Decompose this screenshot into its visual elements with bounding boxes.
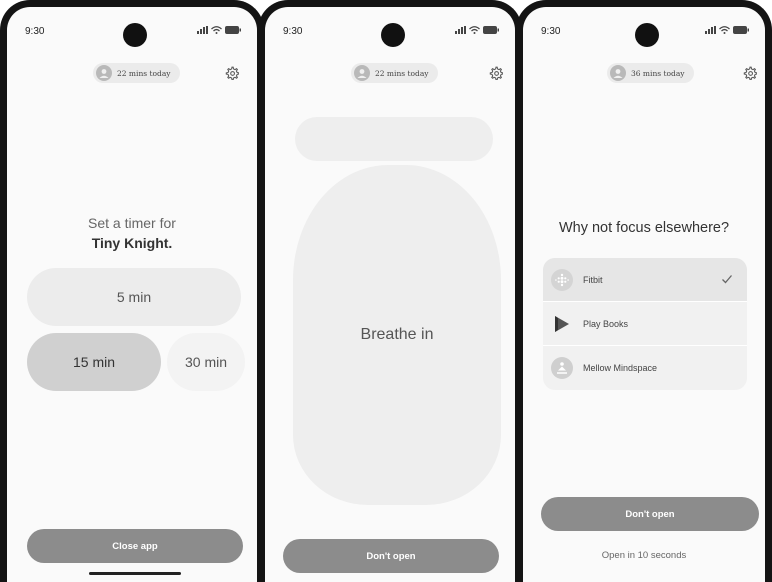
checkmark-icon xyxy=(722,275,732,284)
front-camera xyxy=(381,23,405,47)
phone-screen-timer: 9:30 22 mins today Set a timer for Tiny … xyxy=(0,0,264,582)
app-avatar-icon xyxy=(354,65,370,81)
app-row-mellow-mindspace[interactable]: Mellow Mindspace xyxy=(543,346,747,390)
app-label: Play Books xyxy=(583,318,629,329)
status-time: 9:30 xyxy=(541,26,561,37)
fitbit-icon xyxy=(551,268,573,291)
gear-icon[interactable] xyxy=(225,66,239,80)
status-bar: 9:30 xyxy=(7,7,257,47)
usage-text: 22 mins today xyxy=(375,68,429,78)
alternative-app-list: Fitbit Play Books Mellow Mindspace xyxy=(543,258,747,390)
status-bar: 9:30 xyxy=(265,7,515,47)
status-icons xyxy=(705,26,749,34)
app-row-fitbit[interactable]: Fitbit xyxy=(543,258,747,302)
front-camera xyxy=(123,23,147,47)
focus-title: Why not focus elsewhere? xyxy=(558,220,730,236)
dont-open-button[interactable]: Don't open xyxy=(541,497,759,531)
app-label: Mellow Mindspace xyxy=(583,363,658,373)
breathe-text: Breathe in xyxy=(360,326,434,343)
dont-open-button[interactable]: Don't open xyxy=(283,539,499,573)
usage-pill[interactable]: 36 mins today xyxy=(607,63,694,83)
status-bar: 9:30 xyxy=(523,7,765,47)
gear-icon[interactable] xyxy=(489,66,503,80)
signal-icon xyxy=(705,26,716,34)
open-countdown-link[interactable]: Open in 10 seconds xyxy=(523,550,765,561)
battery-icon xyxy=(483,26,499,34)
signal-icon xyxy=(197,26,208,34)
app-label: Fitbit xyxy=(583,274,603,285)
wifi-icon xyxy=(719,26,730,34)
wifi-icon xyxy=(469,26,480,34)
timer-option-5-min[interactable]: 5 min xyxy=(27,268,241,326)
usage-text: 22 mins today xyxy=(117,68,171,78)
status-icons xyxy=(455,26,499,34)
signal-icon xyxy=(455,26,466,34)
usage-pill[interactable]: 22 mins today xyxy=(93,63,180,83)
breathing-shape: Breathe in xyxy=(293,165,501,505)
app-avatar-icon xyxy=(96,65,112,81)
timer-option-15-min[interactable]: 15 min xyxy=(27,333,161,391)
timer-prompt: Set a timer for xyxy=(88,215,176,231)
usage-pill[interactable]: 22 mins today xyxy=(351,63,438,83)
gear-icon[interactable] xyxy=(743,66,757,80)
wifi-icon xyxy=(211,26,222,34)
timer-option-30-min[interactable]: 30 min xyxy=(167,333,245,391)
mellow-mindspace-icon xyxy=(551,357,573,379)
home-indicator[interactable] xyxy=(89,572,181,575)
close-app-button[interactable]: Close app xyxy=(27,529,243,563)
phone-screen-breathe: 9:30 22 mins today Breathe in Don't open xyxy=(258,0,522,582)
usage-text: 36 mins today xyxy=(631,68,685,78)
timer-app-name: Tiny Knight. xyxy=(91,235,173,251)
phone-screen-focus: 9:30 36 mins today Why not focus elsewhe… xyxy=(516,0,772,582)
status-time: 9:30 xyxy=(283,26,303,37)
app-row-play-books[interactable]: Play Books xyxy=(543,302,747,346)
breathing-guide-bar xyxy=(295,117,493,161)
battery-icon xyxy=(225,26,241,34)
front-camera xyxy=(635,23,659,47)
status-icons xyxy=(197,26,241,34)
app-avatar-icon xyxy=(610,65,626,81)
play-books-icon xyxy=(551,313,573,335)
battery-icon xyxy=(733,26,749,34)
status-time: 9:30 xyxy=(25,26,45,37)
